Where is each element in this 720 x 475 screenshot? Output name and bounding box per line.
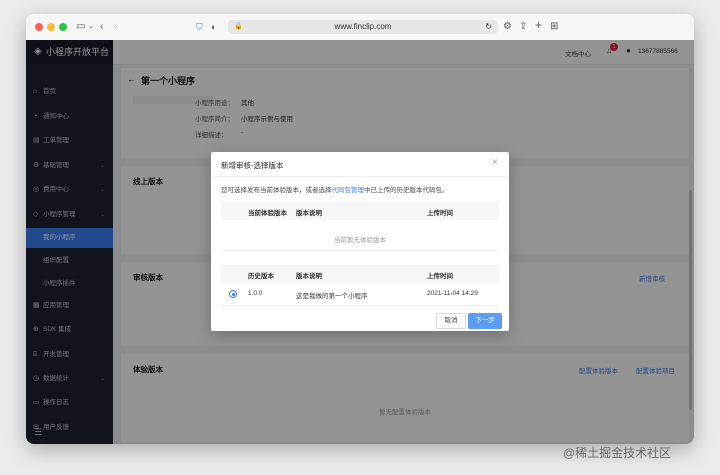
browser-toolbar: ▭ ⌄ ‹ › ⛉ ◐ 🔒 www.finclip.com ↻ ⚙ ⇪ + ⊞ bbox=[26, 14, 694, 41]
description-text: 您可选择发布当前体验版本，或者选择 bbox=[221, 187, 332, 194]
forward-arrow-icon[interactable]: › bbox=[114, 21, 117, 33]
url-text: www.finclip.com bbox=[334, 22, 392, 31]
dialog-description: 您可选择发布当前体验版本，或者选择代码包管理中已上传的历史版本代码包。 bbox=[221, 184, 449, 194]
gear-icon[interactable]: ⚙ bbox=[503, 21, 512, 33]
minimize-window-button[interactable] bbox=[47, 23, 55, 31]
upload-time-cell: 2021-11-04 14:29 bbox=[427, 290, 478, 297]
back-arrow-icon[interactable]: ‹ bbox=[100, 21, 103, 33]
address-bar[interactable]: 🔒 www.finclip.com ↻ bbox=[228, 20, 498, 34]
sidebar-toggle-icon[interactable]: ▭ bbox=[76, 21, 85, 33]
divider bbox=[211, 176, 509, 177]
column-header: 上传时间 bbox=[427, 273, 453, 280]
radio-dot bbox=[231, 292, 235, 296]
next-button[interactable]: 下一步 bbox=[468, 313, 502, 329]
column-header: 历史版本 bbox=[248, 273, 274, 280]
tab-overview-icon[interactable]: ⊞ bbox=[550, 21, 558, 33]
chevron-down-icon[interactable]: ⌄ bbox=[88, 21, 94, 33]
column-header: 版本说明 bbox=[296, 210, 322, 217]
cancel-button[interactable]: 取消 bbox=[436, 313, 466, 329]
table-row[interactable]: 1.0.0 这是我做的第一个小程序 2021-11-04 14:29 bbox=[221, 283, 499, 306]
reload-icon[interactable]: ↻ bbox=[485, 20, 492, 34]
dialog-title: 新增审核-选择版本 bbox=[221, 161, 284, 170]
share-icon[interactable]: ⇪ bbox=[519, 21, 527, 33]
code-package-link[interactable]: 代码包管理 bbox=[332, 187, 365, 194]
select-version-dialog: 新增审核-选择版本 × 您可选择发布当前体验版本，或者选择代码包管理中已上传的历… bbox=[211, 152, 509, 331]
shield-icon[interactable]: ⛉ bbox=[196, 21, 203, 33]
new-tab-icon[interactable]: + bbox=[535, 19, 542, 31]
history-version-table-header: 历史版本 版本说明 上传时间 bbox=[221, 265, 499, 283]
column-header: 上传时间 bbox=[427, 210, 453, 217]
zoom-window-button[interactable] bbox=[59, 23, 67, 31]
divider bbox=[221, 250, 499, 251]
column-header: 版本说明 bbox=[296, 273, 322, 280]
current-version-table-header: 当前体验版本 版本说明 上传时间 bbox=[221, 202, 499, 220]
privacy-icon[interactable]: ◐ bbox=[211, 21, 216, 33]
column-header: 当前体验版本 bbox=[248, 210, 287, 217]
radio-button[interactable] bbox=[229, 290, 237, 298]
watermark: @稀土掘金技术社区 bbox=[563, 446, 672, 460]
close-icon[interactable]: × bbox=[492, 157, 498, 168]
description-cell: 这是我做的第一个小程序 bbox=[296, 293, 368, 300]
empty-state: 当前暂无体验版本 bbox=[334, 237, 386, 244]
description-text: 中已上传的历史版本代码包。 bbox=[364, 187, 449, 194]
close-window-button[interactable] bbox=[35, 23, 43, 31]
version-cell: 1.0.0 bbox=[248, 290, 263, 297]
browser-window: ▭ ⌄ ‹ › ⛉ ◐ 🔒 www.finclip.com ↻ ⚙ ⇪ + ⊞ … bbox=[26, 14, 694, 444]
